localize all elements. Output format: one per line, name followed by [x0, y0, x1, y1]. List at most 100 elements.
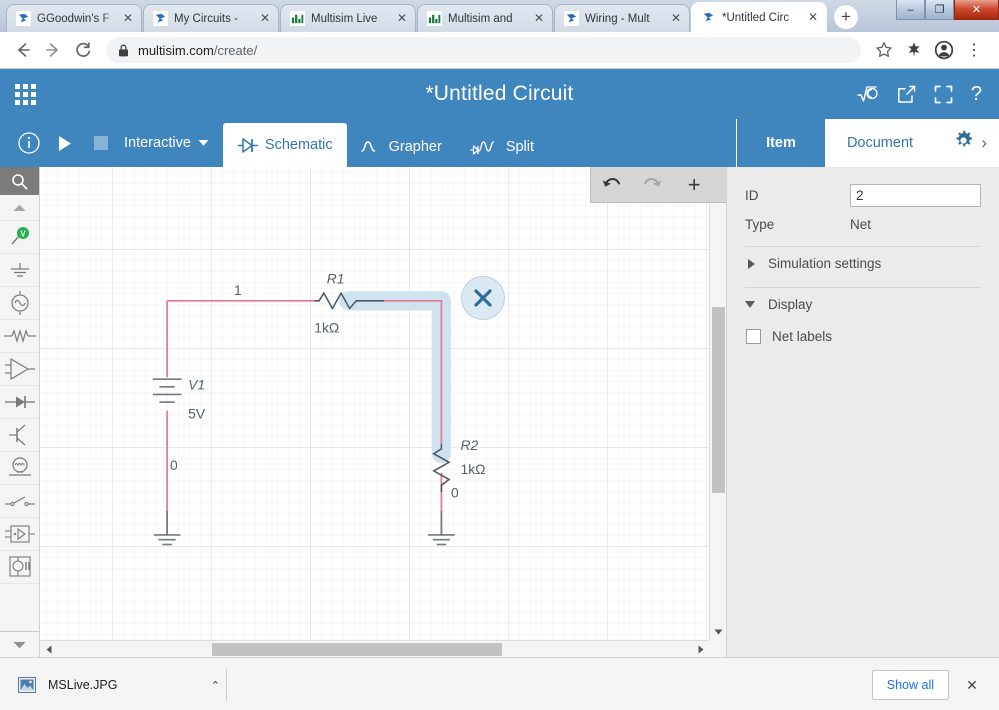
tab-grapher[interactable]: Grapher	[347, 127, 456, 167]
scrollbar-corner	[709, 640, 726, 657]
undo-button[interactable]	[596, 171, 628, 199]
profile-icon[interactable]	[929, 35, 959, 65]
help-icon[interactable]: ?	[971, 83, 982, 106]
fullscreen-icon[interactable]	[934, 85, 953, 104]
simulation-controls: Interactive	[0, 119, 219, 167]
scroll-down-arrow[interactable]	[710, 623, 726, 640]
browser-tab-4[interactable]: Wiring - Mult ✕	[554, 4, 690, 32]
multisim-favicon	[564, 11, 579, 26]
canvas-horizontal-scrollbar[interactable]	[40, 640, 709, 657]
gear-icon[interactable]	[953, 130, 974, 156]
url-path: /create/	[213, 42, 258, 58]
tab-item[interactable]: Item	[737, 119, 825, 167]
zoom-out-button[interactable]: −	[719, 171, 726, 199]
window-restore-button[interactable]: ❐	[925, 0, 954, 20]
redo-button[interactable]	[637, 171, 669, 199]
source-ac-icon[interactable]	[0, 287, 39, 320]
schematic-icon	[237, 137, 258, 153]
svg-text:V: V	[20, 230, 26, 239]
panel-expand-icon[interactable]: ›	[981, 133, 987, 153]
chevron-down-icon	[745, 301, 755, 308]
tab-split[interactable]: Split	[456, 127, 548, 167]
show-all-button[interactable]: Show all	[871, 670, 949, 700]
tab-close-icon[interactable]: ✕	[669, 11, 683, 26]
share-icon[interactable]	[897, 85, 916, 104]
diode-icon[interactable]	[0, 386, 39, 419]
forward-button[interactable]	[38, 35, 68, 65]
opamp-icon[interactable]	[0, 353, 39, 386]
ni-favicon	[427, 11, 442, 26]
section-display[interactable]: Display	[745, 288, 981, 321]
id-input[interactable]	[850, 184, 981, 207]
new-tab-button[interactable]: +	[833, 4, 859, 30]
tab-strip: GGoodwin's F ✕ My Circuits - ✕ Multisim …	[0, 0, 999, 32]
delete-selection-button[interactable]	[461, 276, 505, 320]
tab-title: My Circuits -	[174, 12, 238, 25]
download-bar-close-button[interactable]: ✕	[957, 670, 987, 700]
schematic-canvas-area[interactable]: 1 R1 1kΩ V1 5V 0 R2 1kΩ 0 +	[40, 167, 726, 657]
schematic-grid[interactable]: 1 R1 1kΩ V1 5V 0 R2 1kΩ 0	[40, 167, 709, 640]
tab-close-icon[interactable]: ✕	[258, 11, 272, 26]
math-formula-icon[interactable]	[857, 84, 879, 104]
search-icon[interactable]	[0, 167, 39, 195]
run-simulation-button[interactable]	[48, 124, 82, 162]
image-file-icon	[18, 677, 36, 693]
tab-schematic-label: Schematic	[264, 137, 333, 153]
scroll-left-arrow[interactable]	[40, 641, 57, 657]
transistor-icon[interactable]	[0, 419, 39, 452]
browser-tab-0[interactable]: GGoodwin's F ✕	[6, 4, 142, 32]
net-selection-highlight	[339, 291, 451, 464]
ground-symbol-left	[153, 511, 181, 546]
back-button[interactable]	[8, 35, 38, 65]
divider	[226, 669, 227, 701]
stop-simulation-button[interactable]	[84, 124, 118, 162]
canvas-vertical-scrollbar[interactable]	[709, 167, 726, 640]
tab-close-icon[interactable]: ✕	[121, 11, 135, 26]
extensions-icon[interactable]	[899, 35, 929, 65]
multisim-favicon	[153, 11, 168, 26]
toolbar-scroll-up-button[interactable]	[0, 195, 39, 221]
window-close-button[interactable]: ✕	[954, 0, 999, 20]
reload-button[interactable]	[68, 35, 98, 65]
resistor-icon[interactable]	[0, 320, 39, 353]
scroll-right-arrow[interactable]	[692, 641, 709, 657]
tab-close-icon[interactable]: ✕	[395, 11, 409, 26]
tab-document[interactable]: Document	[825, 119, 935, 167]
net-labels-option[interactable]: Net labels	[745, 321, 981, 351]
simulation-mode-label: Interactive	[124, 135, 191, 151]
misc-block-icon[interactable]	[0, 551, 39, 584]
horizontal-scroll-thumb[interactable]	[212, 643, 502, 656]
download-item[interactable]: MSLive.JPG ⌃	[18, 676, 226, 694]
browser-tab-1[interactable]: My Circuits - ✕	[143, 4, 279, 32]
component-toolbar: V	[0, 167, 40, 657]
tab-close-icon[interactable]: ✕	[532, 11, 546, 26]
multisim-favicon	[701, 10, 716, 25]
zoom-in-button[interactable]: +	[678, 171, 710, 199]
chevron-up-icon[interactable]: ⌃	[211, 679, 226, 692]
net-labels-checkbox[interactable]	[746, 328, 761, 344]
switch-icon[interactable]	[0, 485, 39, 518]
simulation-mode-dropdown[interactable]: Interactive	[120, 124, 219, 162]
tab-schematic[interactable]: Schematic	[222, 123, 347, 167]
ground-icon[interactable]	[0, 254, 39, 287]
browser-menu-icon[interactable]: ⋮	[959, 35, 989, 65]
browser-tab-2[interactable]: Multisim Live ✕	[280, 4, 416, 32]
bookmark-star-icon[interactable]	[869, 35, 899, 65]
net-label-1: 1	[234, 282, 242, 298]
digital-ic-icon[interactable]	[0, 518, 39, 551]
lock-icon	[118, 44, 129, 57]
panel-tabs: Item Document ›	[736, 119, 999, 167]
browser-tab-5-active[interactable]: *Untitled Circ ✕	[691, 2, 827, 32]
toolbar-scroll-down-button[interactable]	[0, 631, 39, 657]
type-label: Type	[745, 217, 775, 232]
apps-grid-icon[interactable]	[0, 69, 50, 119]
probe-voltage-icon[interactable]: V	[0, 221, 39, 254]
info-icon[interactable]	[12, 124, 46, 162]
section-simulation-settings[interactable]: Simulation settings	[745, 247, 981, 280]
address-bar[interactable]: multisim.com/create/	[106, 37, 861, 63]
browser-tab-3[interactable]: Multisim and ✕	[417, 4, 553, 32]
window-minimize-button[interactable]: –	[896, 0, 925, 20]
lamp-icon[interactable]	[0, 452, 39, 485]
vertical-scroll-thumb[interactable]	[712, 307, 725, 493]
tab-close-icon[interactable]: ✕	[806, 10, 820, 25]
